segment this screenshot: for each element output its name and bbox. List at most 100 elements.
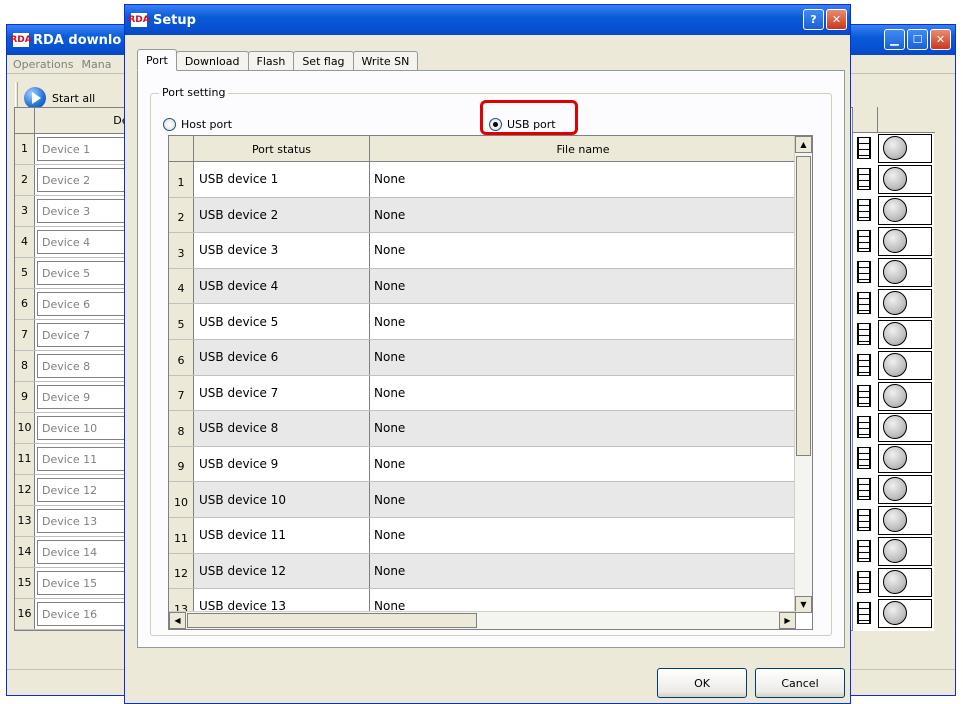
menu-operations[interactable]: Operations (13, 58, 73, 71)
start-all-button[interactable]: Start all (24, 87, 95, 109)
file-name-cell[interactable]: None (370, 518, 796, 553)
port-status-cell[interactable]: USB device 10 (194, 482, 370, 517)
indicator-row (853, 288, 935, 319)
file-name-header[interactable]: File name (370, 136, 796, 162)
device-name-field[interactable]: Device 10 (37, 416, 135, 440)
device-name-field[interactable]: Device 8 (37, 354, 135, 378)
file-name-cell[interactable]: None (370, 340, 796, 375)
port-status-cell[interactable]: USB device 3 (194, 233, 370, 268)
table-row[interactable]: 12 USB device 12 None (169, 553, 796, 590)
device-row-number: 9 (15, 382, 35, 412)
device-name-field[interactable]: Device 6 (37, 292, 135, 316)
port-status-cell[interactable]: USB device 11 (194, 518, 370, 553)
device-name-field[interactable]: Device 1 (37, 137, 135, 161)
row-number: 10 (169, 482, 194, 517)
row-number: 6 (169, 340, 194, 375)
table-row[interactable]: 6 USB device 6 None (169, 340, 796, 376)
file-name-cell[interactable]: None (370, 376, 796, 411)
scroll-left-icon[interactable]: ◀ (169, 612, 186, 629)
device-name-field[interactable]: Device 3 (37, 199, 135, 223)
table-row[interactable]: 5 USB device 5 None (169, 304, 796, 340)
main-close-button[interactable]: ✕ (930, 29, 951, 50)
file-name-cell[interactable]: None (370, 162, 796, 197)
device-name-field[interactable]: Device 14 (37, 540, 135, 564)
table-row[interactable]: 8 USB device 8 None (169, 411, 796, 447)
port-status-cell[interactable]: USB device 1 (194, 162, 370, 197)
table-row[interactable]: 2 USB device 2 None (169, 197, 796, 234)
file-name-cell[interactable]: None (370, 447, 796, 482)
status-led-icon (883, 539, 907, 563)
menu-manage[interactable]: Mana (81, 58, 111, 71)
port-status-cell[interactable]: USB device 4 (194, 268, 370, 304)
device-name-field[interactable]: Device 7 (37, 323, 135, 347)
device-name-field[interactable]: Device 5 (37, 261, 135, 285)
device-name-field[interactable]: Device 9 (37, 385, 135, 409)
file-name-cell[interactable]: None (370, 197, 796, 233)
port-status-header[interactable]: Port status (194, 136, 370, 162)
indicator-row (853, 474, 935, 505)
device-name-field[interactable]: Device 11 (37, 447, 135, 471)
scroll-right-icon[interactable]: ▶ (779, 612, 796, 629)
tab-write-sn[interactable]: Write SN (352, 51, 419, 71)
horizontal-scroll-thumb[interactable] (187, 613, 477, 628)
port-status-cell[interactable]: USB device 12 (194, 553, 370, 589)
indicator-row (853, 195, 935, 226)
ok-button[interactable]: OK (657, 668, 747, 698)
table-row[interactable]: 11 USB device 11 None (169, 518, 796, 554)
table-row[interactable]: 3 USB device 3 None (169, 233, 796, 269)
table-row[interactable]: 9 USB device 9 None (169, 446, 796, 483)
file-name-cell[interactable]: None (370, 268, 796, 304)
port-grid-header: Port status File name (169, 136, 796, 162)
port-status-cell[interactable]: USB device 5 (194, 304, 370, 339)
tab-flash[interactable]: Flash (247, 51, 295, 71)
dialog-title-bar[interactable]: RDA Setup ? ✕ (125, 5, 850, 35)
file-name-cell[interactable]: None (370, 482, 796, 517)
vertical-scrollbar[interactable]: ▲ ▼ (794, 136, 812, 613)
port-status-cell[interactable]: USB device 8 (194, 411, 370, 446)
status-led-icon (883, 291, 907, 315)
file-name-cell[interactable]: None (370, 304, 796, 339)
device-name-field[interactable]: Device 4 (37, 230, 135, 254)
port-status-cell[interactable]: USB device 6 (194, 340, 370, 375)
scroll-down-icon[interactable]: ▼ (795, 596, 812, 613)
host-port-radio[interactable]: Host port (163, 118, 232, 131)
device-name-field[interactable]: Device 2 (37, 168, 135, 192)
device-name-field[interactable]: Device 16 (37, 602, 135, 626)
tab-port[interactable]: Port (137, 49, 177, 71)
table-row[interactable]: 4 USB device 4 None (169, 268, 796, 305)
device-name-field[interactable]: Device 12 (37, 478, 135, 502)
help-button[interactable]: ? (803, 9, 824, 30)
minimize-button[interactable]: ▁ (884, 29, 905, 50)
table-row[interactable]: 1 USB device 1 None (169, 162, 796, 198)
device-row: 6 Device 6 (15, 289, 135, 320)
device-name-field[interactable]: Device 13 (37, 509, 135, 533)
file-name-cell[interactable]: None (370, 553, 796, 589)
maximize-button[interactable]: ☐ (907, 29, 928, 50)
table-row[interactable]: 7 USB device 7 None (169, 375, 796, 412)
scroll-up-icon[interactable]: ▲ (795, 136, 812, 153)
device-row: 16 Device 16 (15, 599, 135, 630)
cancel-button[interactable]: Cancel (755, 668, 845, 698)
device-row-number: 15 (15, 568, 35, 598)
device-row: 4 Device 4 (15, 227, 135, 258)
port-status-cell[interactable]: USB device 9 (194, 446, 370, 482)
file-name-cell[interactable]: None (370, 411, 796, 446)
table-row[interactable]: 10 USB device 10 None (169, 482, 796, 518)
vertical-scroll-thumb[interactable] (796, 156, 811, 456)
device-name-field[interactable]: Device 15 (37, 571, 135, 595)
tab-set-flag[interactable]: Set flag (293, 51, 354, 71)
dialog-close-button[interactable]: ✕ (826, 9, 847, 30)
device-row-number: 16 (15, 599, 35, 629)
device-grid-header: Dev (15, 108, 135, 134)
horizontal-scrollbar[interactable]: ◀ ▶ (169, 611, 796, 629)
file-name-cell[interactable]: None (370, 233, 796, 268)
indicator-row (853, 412, 935, 443)
port-status-cell[interactable]: USB device 7 (194, 375, 370, 411)
tab-download[interactable]: Download (175, 51, 249, 71)
status-indicator-grid (852, 107, 935, 631)
port-status-cell[interactable]: USB device 2 (194, 197, 370, 233)
dialog-title-text: Setup (153, 12, 196, 28)
device-row: 5 Device 5 (15, 258, 135, 289)
host-port-radio-icon[interactable] (163, 118, 176, 131)
device-row-number: 6 (15, 289, 35, 319)
